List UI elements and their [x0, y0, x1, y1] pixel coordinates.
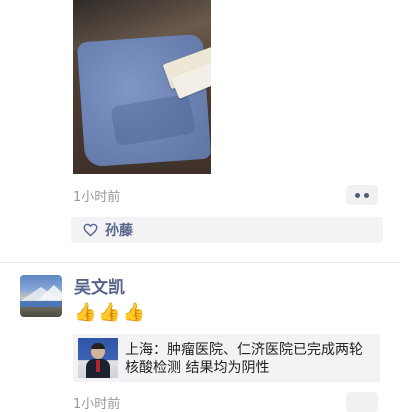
heart-icon — [83, 223, 98, 237]
post-timestamp: 1小时前 — [73, 190, 121, 205]
thumbs-up-icon: 👍 — [74, 302, 97, 323]
thumbnail-person-hair — [91, 343, 105, 349]
post-timestamp-2: 1小时前 — [73, 397, 121, 412]
article-thumbnail — [78, 338, 118, 378]
post-text-emojis: 👍 👍 👍 — [74, 303, 145, 323]
more-options-button[interactable] — [346, 185, 378, 205]
more-options-button-2[interactable] — [346, 392, 378, 412]
more-dots-icon — [355, 192, 360, 198]
post-author-name[interactable]: 吴文凯 — [74, 273, 125, 298]
article-title: 上海：肿瘤医院、仁济医院已完成两轮核酸检测 结果均为阴性 — [125, 342, 363, 376]
post-photo-sweater[interactable] — [73, 0, 211, 174]
thumbs-up-icon: 👍 — [122, 302, 146, 323]
like-user-name[interactable]: 孙藤 — [105, 220, 133, 240]
more-dots-icon-dot — [364, 192, 369, 198]
likes-panel: 孙藤 — [71, 217, 383, 243]
avatar[interactable] — [20, 275, 62, 317]
avatar-mountain-peak — [38, 285, 62, 300]
shared-article-card[interactable]: 上海：肿瘤医院、仁济医院已完成两轮核酸检测 结果均为阴性 — [73, 334, 380, 382]
thumbs-up-icon: 👍 — [98, 302, 121, 323]
avatar-lake — [20, 301, 62, 307]
post-divider — [0, 262, 400, 263]
thumbnail-person-tie — [96, 360, 100, 372]
